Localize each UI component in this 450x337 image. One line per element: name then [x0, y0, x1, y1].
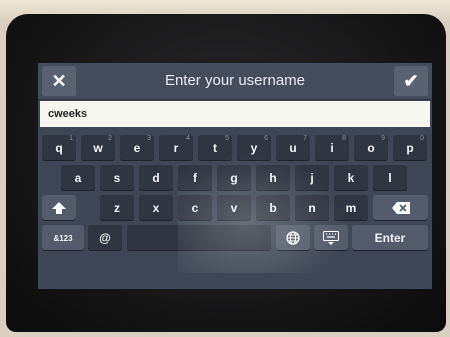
backspace-key[interactable]	[373, 195, 428, 221]
key-p[interactable]: p0	[393, 135, 427, 161]
key-label: &123	[53, 233, 73, 243]
key-e[interactable]: e3	[120, 135, 154, 161]
key-w[interactable]: w2	[81, 135, 115, 161]
key-s[interactable]: s	[100, 165, 134, 191]
key-label: j	[310, 171, 314, 185]
key-alt-label: 6	[264, 135, 268, 142]
key-o[interactable]: o9	[354, 135, 388, 161]
keyboard-hide-icon	[323, 231, 339, 245]
key-alt-label: 8	[342, 135, 346, 142]
key-i[interactable]: i8	[315, 135, 349, 161]
on-screen-keyboard: q1 w2 e3 r4 t5 y6 u7 i8 o9 p0 a s d f g …	[38, 131, 432, 289]
shift-key[interactable]	[42, 195, 76, 221]
key-c[interactable]: c	[178, 195, 212, 221]
key-q[interactable]: q1	[42, 135, 76, 161]
key-z[interactable]: z	[100, 195, 134, 221]
key-label: x	[152, 201, 160, 215]
touch-screen: ✕ Enter your username ✔ q1 w2 e3 r4 t5 y…	[38, 63, 432, 289]
page-title: Enter your username	[164, 72, 306, 89]
key-label: t	[213, 141, 217, 155]
key-label: y	[250, 141, 258, 155]
key-label: l	[388, 171, 392, 185]
key-r[interactable]: r4	[159, 135, 193, 161]
key-label: @	[99, 231, 111, 245]
key-l[interactable]: l	[373, 165, 407, 191]
key-label: h	[269, 171, 277, 185]
checkmark-icon: ✔	[403, 70, 419, 91]
key-label: i	[330, 141, 334, 155]
key-label: d	[152, 171, 160, 185]
key-a[interactable]: a	[61, 165, 95, 191]
key-label: g	[230, 171, 238, 185]
key-at[interactable]: @	[88, 225, 122, 251]
key-x[interactable]: x	[139, 195, 173, 221]
key-alt-label: 1	[69, 135, 73, 142]
hide-keyboard-key[interactable]	[314, 225, 348, 251]
key-t[interactable]: t5	[198, 135, 232, 161]
key-label: q	[55, 141, 63, 155]
key-alt-label: 2	[108, 135, 112, 142]
key-label: m	[345, 201, 357, 215]
confirm-button[interactable]: ✔	[394, 66, 428, 96]
key-label: s	[113, 171, 121, 185]
key-label: o	[367, 141, 375, 155]
key-h[interactable]: h	[256, 165, 290, 191]
key-n[interactable]: n	[295, 195, 329, 221]
username-input[interactable]	[40, 101, 430, 127]
number-mode-key[interactable]: &123	[42, 225, 84, 251]
key-alt-label: 3	[147, 135, 151, 142]
key-k[interactable]: k	[334, 165, 368, 191]
key-g[interactable]: g	[217, 165, 251, 191]
globe-icon	[286, 231, 300, 245]
shift-arrow-icon	[52, 202, 66, 214]
key-alt-label: 5	[225, 135, 229, 142]
space-key[interactable]	[127, 225, 271, 251]
globe-key[interactable]	[276, 225, 310, 251]
key-label: c	[191, 201, 199, 215]
key-v[interactable]: v	[217, 195, 251, 221]
key-alt-label: 9	[381, 135, 385, 142]
backspace-icon	[391, 202, 410, 214]
key-label: p	[406, 141, 414, 155]
key-f[interactable]: f	[178, 165, 212, 191]
key-label: f	[193, 171, 197, 185]
enter-key[interactable]: Enter	[352, 225, 428, 251]
key-alt-label: 0	[420, 135, 424, 142]
key-label: n	[308, 201, 316, 215]
header-bar: ✕ Enter your username ✔	[38, 63, 432, 100]
key-alt-label: 7	[303, 135, 307, 142]
key-label: z	[114, 201, 120, 215]
key-label: a	[74, 171, 82, 185]
key-u[interactable]: u7	[276, 135, 310, 161]
key-label: e	[133, 141, 141, 155]
key-label: u	[289, 141, 297, 155]
key-label: w	[93, 141, 103, 155]
key-label: Enter	[374, 231, 406, 245]
key-d[interactable]: d	[139, 165, 173, 191]
key-label: v	[230, 201, 238, 215]
key-label: k	[347, 171, 355, 185]
key-label: b	[269, 201, 277, 215]
key-j[interactable]: j	[295, 165, 329, 191]
key-label: r	[173, 141, 179, 155]
close-icon: ✕	[51, 70, 67, 91]
key-m[interactable]: m	[334, 195, 368, 221]
key-alt-label: 4	[186, 135, 190, 142]
close-button[interactable]: ✕	[42, 66, 76, 96]
key-y[interactable]: y6	[237, 135, 271, 161]
key-b[interactable]: b	[256, 195, 290, 221]
